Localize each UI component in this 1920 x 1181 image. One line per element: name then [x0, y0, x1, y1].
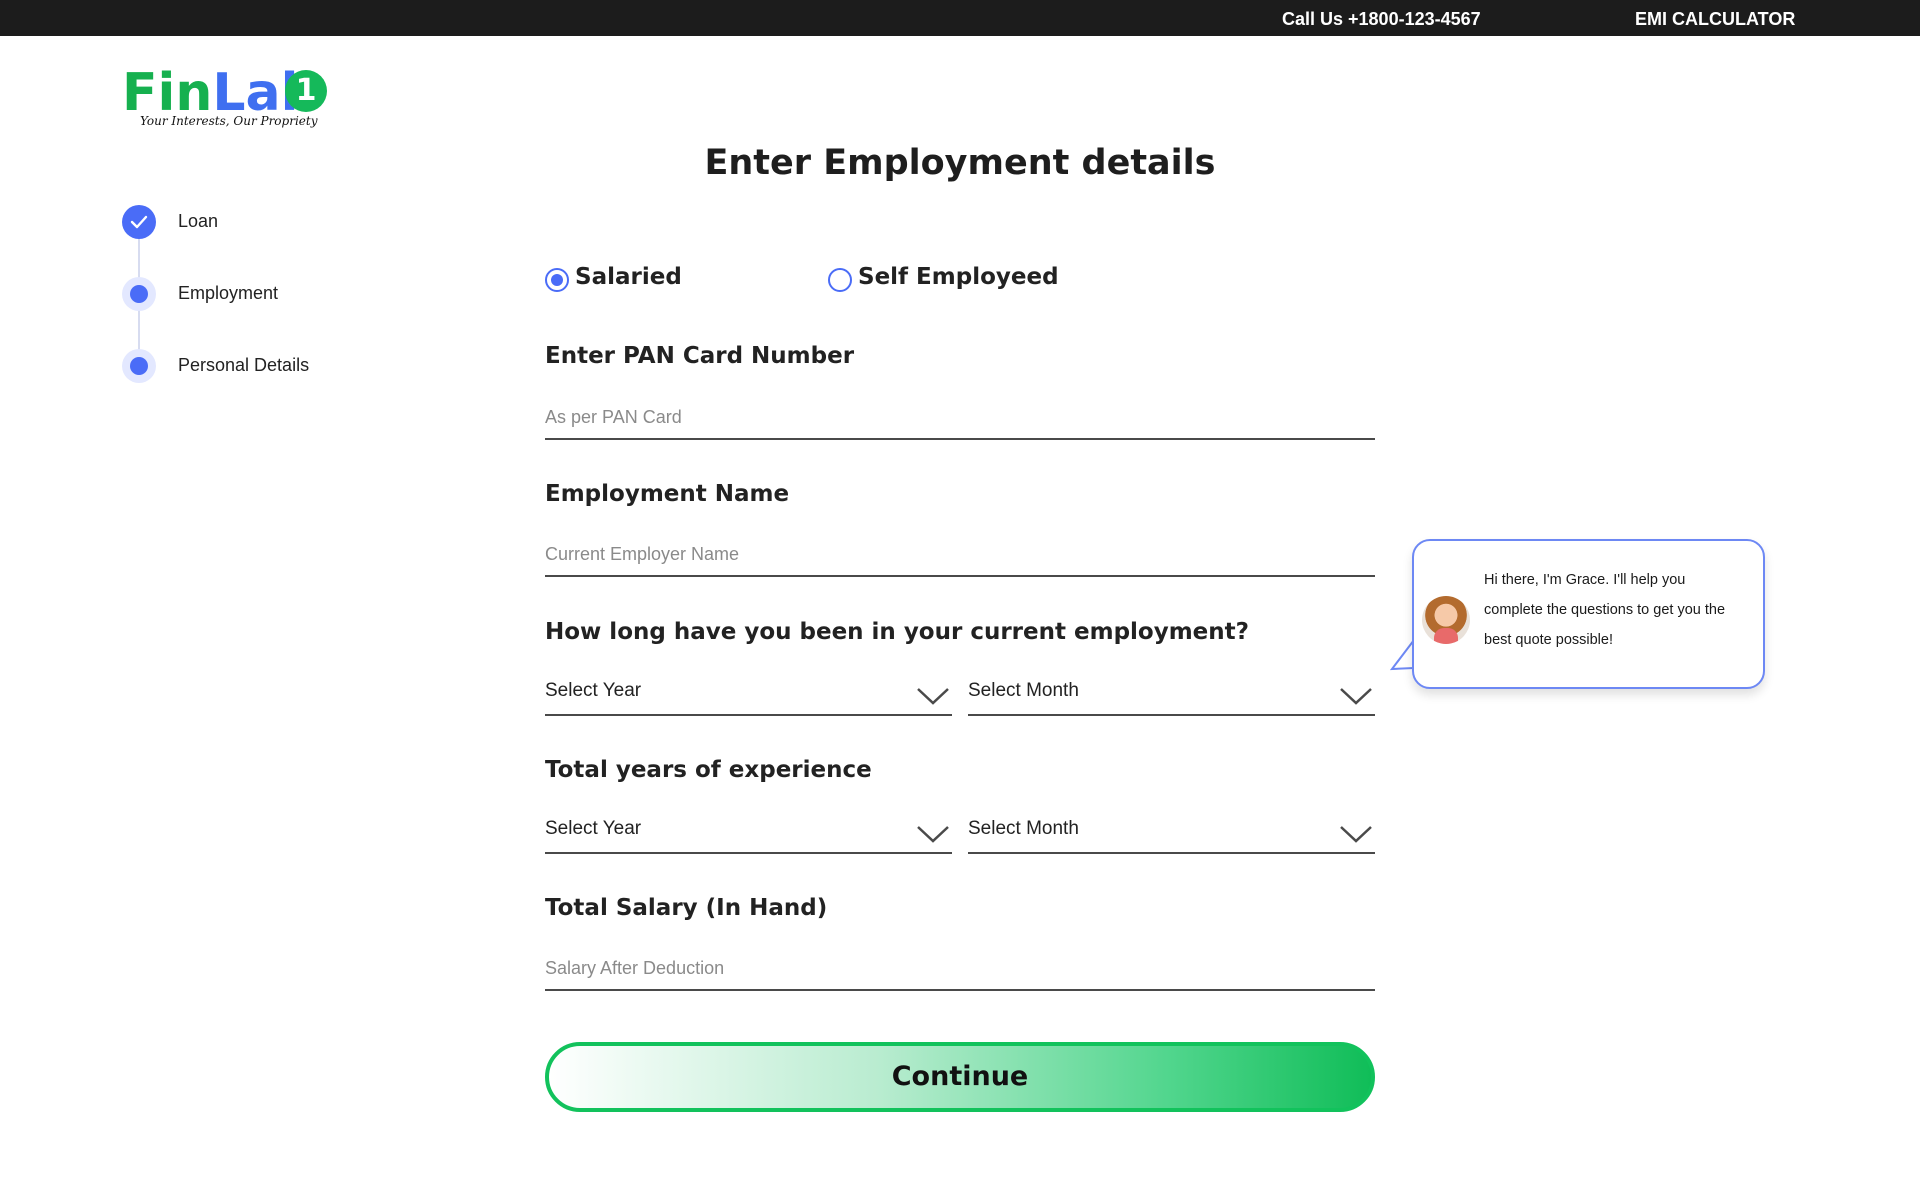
chevron-down-icon	[917, 688, 949, 705]
top-bar: Call Us +1800-123-4567 EMI CALCULATOR	[0, 0, 1920, 36]
step-pending-marker	[122, 349, 156, 383]
step-label: Loan	[178, 211, 219, 231]
salary-label: Total Salary (In Hand)	[545, 895, 828, 921]
pan-input[interactable]	[545, 396, 1375, 440]
employer-label: Employment Name	[545, 481, 790, 507]
select-value: Select Month	[968, 818, 1079, 839]
assistant-message: Hi there, I'm Grace. I'll help you compl…	[1484, 572, 1726, 648]
salary-input[interactable]	[545, 947, 1375, 991]
emi-calculator-link[interactable]: EMI CALCULATOR	[1635, 0, 1795, 36]
logo-fin: Fin	[122, 63, 213, 123]
total-experience-month-select[interactable]: Select Month	[968, 814, 1375, 854]
radio-label: Salaried	[575, 264, 682, 290]
select-value: Select Year	[545, 680, 642, 701]
select-value: Select Year	[545, 818, 642, 839]
chevron-down-icon	[917, 826, 949, 843]
step-label: Employment	[178, 283, 279, 303]
select-value: Select Month	[968, 680, 1079, 701]
avatar	[1422, 596, 1470, 644]
page-title: Enter Employment details	[704, 143, 1216, 183]
logo-one-badge: 1	[285, 70, 327, 112]
chevron-down-icon	[1340, 826, 1372, 843]
current-employment-year-select[interactable]: Select Year	[545, 676, 952, 716]
logo-tagline: Your Interests, Our Propriety	[140, 114, 318, 128]
total-experience-label: Total years of experience	[545, 757, 872, 783]
step-current-marker	[122, 277, 156, 311]
current-employment-month-select[interactable]: Select Month	[968, 676, 1375, 716]
radio-circle[interactable]	[828, 268, 852, 292]
radio-label: Self Employeed	[858, 264, 1059, 290]
step-done-marker	[122, 205, 156, 239]
pan-label: Enter PAN Card Number	[545, 343, 855, 369]
total-experience-year-select[interactable]: Select Year	[545, 814, 952, 854]
finlab-logo[interactable]: FinLab 1 Your Interests, Our Propriety	[122, 63, 332, 132]
employer-input[interactable]	[545, 533, 1375, 577]
assistant-chat-bubble: Hi there, I'm Grace. I'll help you compl…	[1412, 539, 1765, 689]
check-icon	[130, 215, 148, 229]
chevron-down-icon	[1340, 688, 1372, 705]
call-us-text[interactable]: Call Us +1800-123-4567	[1282, 0, 1481, 36]
radio-circle-selected[interactable]	[545, 268, 569, 292]
continue-button[interactable]: Continue	[545, 1042, 1375, 1112]
step-label: Personal Details	[178, 355, 310, 375]
current-employment-label: How long have you been in your current e…	[545, 619, 1249, 645]
